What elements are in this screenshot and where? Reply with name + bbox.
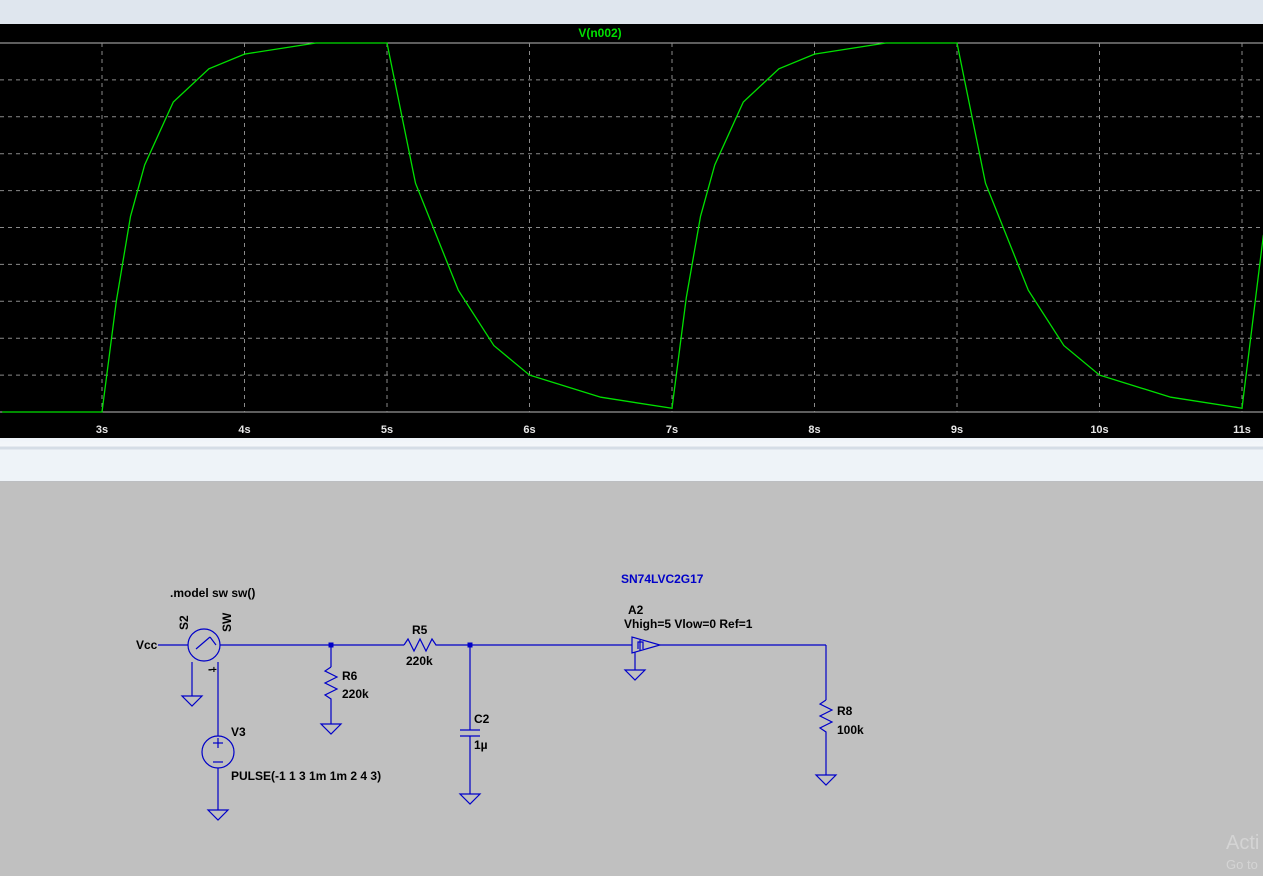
x-tick-label: 9s	[951, 424, 963, 436]
r8-name-label[interactable]: R8	[837, 704, 853, 718]
plot-grid	[0, 42, 1263, 413]
a2-buffer-symbol[interactable]	[631, 636, 663, 654]
junction-r6	[328, 642, 334, 648]
waveform-svg[interactable]: 3s 4s 5s 6s 7s 8s 9s 10s 11s V(n002)	[0, 24, 1263, 438]
x-tick-label: 4s	[238, 424, 250, 436]
activation-watermark: Acti Go to	[1226, 832, 1259, 876]
ground-r6-icon	[319, 723, 343, 735]
model-directive[interactable]: .model sw sw()	[170, 586, 255, 600]
r5-value-label[interactable]: 220k	[406, 654, 433, 668]
v3-value-label[interactable]: PULSE(-1 1 3 1m 1m 2 4 3)	[231, 769, 381, 783]
window-title-band	[0, 0, 1263, 24]
schematic-svg[interactable]: .model sw sw() Vcc S2 SW - + R5 220k R6 …	[0, 482, 1263, 871]
a2-params-label[interactable]: Vhigh=5 Vlow=0 Ref=1	[624, 617, 753, 631]
a2-part-label[interactable]: SN74LVC2G17	[621, 572, 704, 586]
ground-c2-icon	[458, 793, 482, 805]
waveform-plot-pane[interactable]: 3s 4s 5s 6s 7s 8s 9s 10s 11s V(n002)	[0, 24, 1263, 438]
ground-switch-icon	[180, 695, 204, 707]
a2-name-label[interactable]: A2	[628, 603, 644, 617]
r8-resistor-symbol[interactable]	[818, 699, 834, 734]
s2-plus-sign: +	[211, 665, 217, 676]
watermark-line1: Acti	[1226, 832, 1260, 854]
x-tick-label: 10s	[1090, 424, 1108, 436]
x-axis-ticks: 3s 4s 5s 6s 7s 8s 9s 10s 11s	[96, 424, 1251, 436]
trace-label[interactable]: V(n002)	[578, 26, 621, 40]
x-tick-label: 7s	[666, 424, 678, 436]
ground-a2-icon	[623, 669, 647, 681]
s2-switch-contact	[209, 636, 217, 646]
r6-value-label[interactable]: 220k	[342, 687, 369, 701]
x-tick-label: 8s	[808, 424, 820, 436]
r8-value-label[interactable]: 100k	[837, 723, 864, 737]
x-tick-label: 5s	[381, 424, 393, 436]
r5-resistor-symbol[interactable]	[403, 637, 440, 653]
s2-name-label[interactable]: S2	[177, 615, 191, 630]
v3-name-label[interactable]: V3	[231, 725, 246, 739]
ground-r8-icon	[814, 774, 838, 786]
junction-c2	[467, 642, 473, 648]
s2-switch-body[interactable]	[187, 628, 221, 662]
ground-v3-icon	[206, 809, 230, 821]
r6-name-label[interactable]: R6	[342, 669, 358, 683]
c2-value-label[interactable]: 1µ	[474, 738, 488, 752]
s2-model-label[interactable]: SW	[220, 612, 234, 632]
r6-resistor-symbol[interactable]	[323, 666, 339, 703]
x-tick-label: 6s	[523, 424, 535, 436]
c2-name-label[interactable]: C2	[474, 712, 490, 726]
pane-splitter[interactable]	[0, 438, 1263, 482]
x-tick-label: 11s	[1233, 424, 1251, 436]
schematic-pane[interactable]: .model sw sw() Vcc S2 SW - + R5 220k R6 …	[0, 482, 1263, 871]
watermark-line2: Go to	[1226, 857, 1258, 872]
s2-switch-blade	[195, 636, 211, 650]
x-tick-label: 3s	[96, 424, 108, 436]
vcc-label[interactable]: Vcc	[136, 638, 158, 652]
r5-name-label[interactable]: R5	[412, 623, 428, 637]
